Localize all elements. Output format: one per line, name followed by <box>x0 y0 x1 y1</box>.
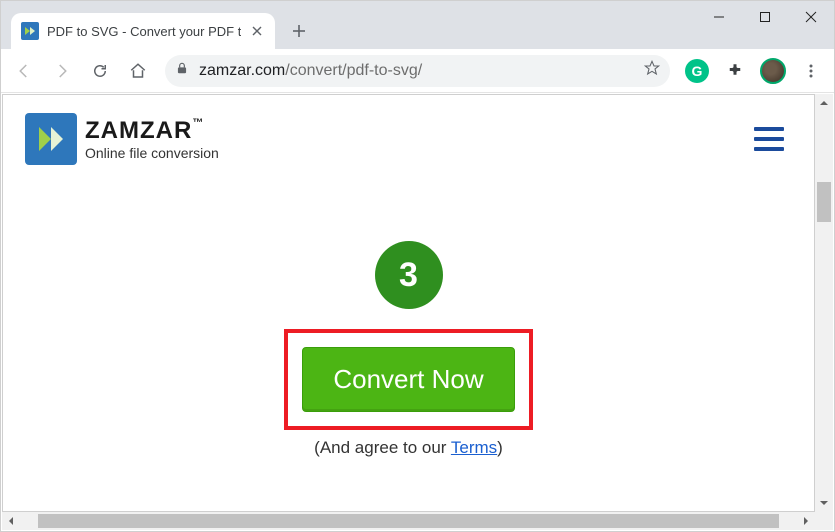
url-text: zamzar.com/convert/pdf-to-svg/ <box>199 62 422 80</box>
window-minimize-button[interactable] <box>696 1 742 33</box>
horizontal-scroll-thumb[interactable] <box>38 514 779 528</box>
menu-hamburger-icon[interactable] <box>754 127 784 151</box>
avatar-icon <box>760 58 786 84</box>
browser-tab[interactable]: PDF to SVG - Convert your PDF t <box>11 13 275 49</box>
terms-link[interactable]: Terms <box>451 438 497 457</box>
horizontal-scrollbar[interactable] <box>2 512 815 530</box>
terms-line: (And agree to our Terms) <box>314 438 503 458</box>
step-section: 3 Convert Now (And agree to our Terms) <box>3 241 814 458</box>
step-number-badge: 3 <box>375 241 443 309</box>
tab-close-button[interactable] <box>249 23 265 39</box>
address-bar[interactable]: zamzar.com/convert/pdf-to-svg/ <box>165 55 670 87</box>
scroll-down-arrow-icon[interactable] <box>815 494 833 512</box>
reload-button[interactable] <box>83 54 117 88</box>
terms-suffix: ) <box>497 438 503 457</box>
forward-button[interactable] <box>45 54 79 88</box>
brand-name: ZAMZAR <box>85 117 192 144</box>
tab-title: PDF to SVG - Convert your PDF t <box>47 24 241 39</box>
site-header: ZAMZAR™ Online file conversion <box>3 95 814 171</box>
grammarly-extension-icon[interactable]: G <box>680 54 714 88</box>
vertical-scrollbar[interactable] <box>815 94 833 512</box>
page-content: ZAMZAR™ Online file conversion 3 Convert… <box>2 94 815 512</box>
url-host: zamzar.com <box>199 62 285 79</box>
site-logo[interactable]: ZAMZAR™ Online file conversion <box>25 113 219 165</box>
scroll-right-arrow-icon[interactable] <box>797 512 815 530</box>
window-maximize-button[interactable] <box>742 1 788 33</box>
browser-menu-button[interactable] <box>794 54 828 88</box>
window-controls <box>696 1 834 33</box>
new-tab-button[interactable] <box>285 17 313 45</box>
profile-avatar[interactable] <box>756 54 790 88</box>
scrollbar-corner <box>815 512 833 530</box>
terms-prefix: (And agree to our <box>314 438 451 457</box>
url-path: /convert/pdf-to-svg/ <box>285 62 422 79</box>
scroll-left-arrow-icon[interactable] <box>2 512 20 530</box>
convert-now-button[interactable]: Convert Now <box>302 347 514 412</box>
logo-mark-icon <box>25 113 77 165</box>
scroll-up-arrow-icon[interactable] <box>815 94 833 112</box>
window-close-button[interactable] <box>788 1 834 33</box>
trademark: ™ <box>192 117 204 129</box>
back-button[interactable] <box>7 54 41 88</box>
extensions-puzzle-icon[interactable] <box>718 54 752 88</box>
highlight-annotation: Convert Now <box>284 329 532 430</box>
brand-tagline: Online file conversion <box>85 145 219 161</box>
browser-toolbar: zamzar.com/convert/pdf-to-svg/ G <box>1 49 834 93</box>
vertical-scroll-thumb[interactable] <box>817 182 831 222</box>
tab-favicon <box>21 22 39 40</box>
viewport: ZAMZAR™ Online file conversion 3 Convert… <box>2 94 833 530</box>
home-button[interactable] <box>121 54 155 88</box>
logo-text: ZAMZAR™ Online file conversion <box>85 117 219 161</box>
bookmark-star-icon[interactable] <box>644 60 660 81</box>
lock-icon <box>175 61 189 80</box>
